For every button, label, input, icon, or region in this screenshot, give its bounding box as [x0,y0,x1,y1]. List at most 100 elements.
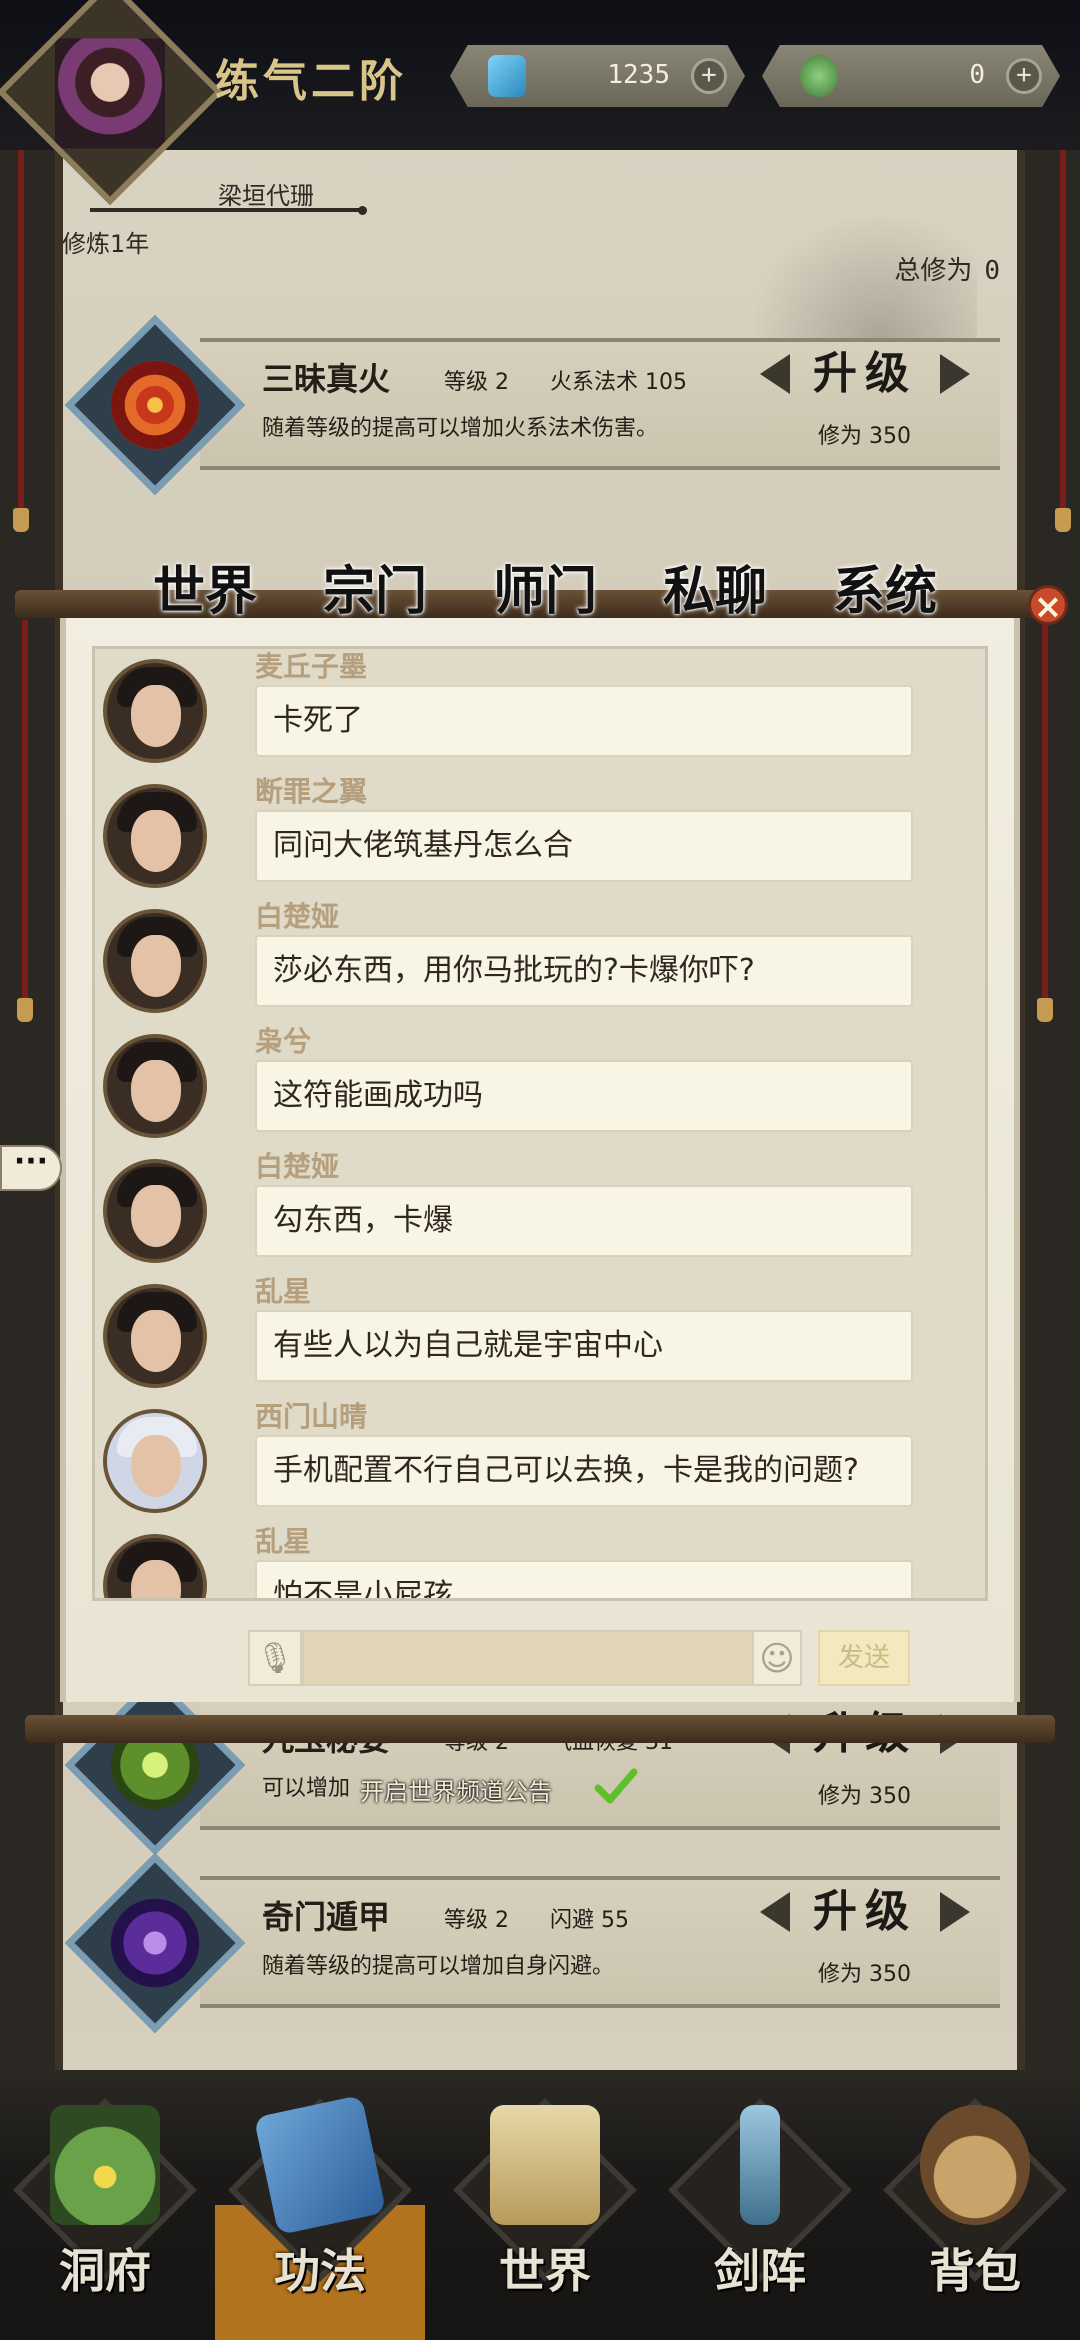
tassel-decoration [13,150,29,532]
total-cultivation: 总修为 0 [894,250,1000,287]
avatar-face [131,1060,181,1122]
chat-message: 枭兮 这符能画成功吗 [95,1024,985,1149]
avatar[interactable] [103,1534,207,1598]
tassel-decoration [17,620,33,1022]
sender-name[interactable]: 断罪之翼 [255,770,367,810]
message-bubble: 这符能画成功吗 [255,1060,913,1132]
chat-input-row: 🎙 ☺ 发送 [248,1630,910,1686]
sender-name[interactable]: 乱星 [255,1520,311,1560]
tab-system[interactable]: 系统 [820,560,950,624]
sender-name[interactable]: 麦丘子墨 [255,649,367,685]
avatar[interactable] [103,909,207,1013]
message-bubble: 有些人以为自己就是宇宙中心 [255,1310,913,1382]
currency-spirit-stone: 0 + [762,45,1060,107]
tab-sect[interactable]: 宗门 [310,560,440,624]
technique-book-icon [253,2094,387,2236]
skill-description: 随着等级的提高可以增加火系法术伤害。 [262,416,659,441]
add-spirit-stone-button[interactable]: + [1006,58,1042,94]
chat-tabs: 世界 宗门 师门 私聊 系统 [140,560,960,630]
avatar[interactable] [103,784,207,888]
avatar-face [131,1310,181,1372]
microphone-icon[interactable]: 🎙 [248,1630,302,1686]
tab-master[interactable]: 师门 [480,560,610,624]
skill-row: 奇门遁甲 等级 2 闪避 55 随着等级的提高可以增加自身闪避。 升级 修为 3… [64,1852,1000,2034]
upgrade-cost: 修为 350 [818,1784,911,1809]
skill-stat: 闪避 55 [550,1908,629,1933]
total-cultivation-value: 0 [984,256,1000,286]
message-bubble: 手机配置不行自己可以去换，卡是我的问题? [255,1435,913,1507]
chat-input[interactable] [302,1630,802,1686]
purple-glyph [92,1880,218,2006]
checkmark-icon[interactable] [594,1766,638,1806]
skill-description: 可以增加 [262,1776,351,1801]
bag-icon [920,2105,1030,2225]
avatar[interactable] [103,1034,207,1138]
nav-item-world[interactable]: 世界 [445,2085,645,2335]
skill-row: 九玉秘要 等级 2 气血恢复 31 可以增加 升级 修为 350 [64,1674,1000,1856]
total-cultivation-label: 总修为 [894,256,973,286]
tassel-decoration [1037,620,1053,1022]
chat-message: 乱星 怕不是小屁孩 [95,1524,985,1598]
name-underline-dot [358,206,367,215]
message-bubble: 莎必东西，用你马批玩的?卡爆你吓? [255,935,913,1007]
world-scroll-icon [490,2105,600,2225]
nav-label: 功法 [274,2244,366,2298]
tab-world[interactable]: 世界 [140,560,270,624]
chat-message: 白楚娅 莎必东西，用你马批玩的?卡爆你吓? [95,899,985,1024]
skill-row: 三昧真火 等级 2 火系法术 105 随着等级的提高可以增加火系法术伤害。 升级… [64,314,1000,496]
sender-name[interactable]: 枭兮 [255,1020,311,1060]
nav-item-technique[interactable]: 功法 [220,2085,420,2335]
skill-level: 等级 2 [444,1908,509,1933]
send-button[interactable]: 发送 [818,1630,910,1686]
sender-name[interactable]: 西门山晴 [255,1395,367,1435]
message-bubble: 卡死了 [255,685,913,757]
chat-message-list[interactable]: 麦丘子墨 卡死了 断罪之翼 同问大佬筑基丹怎么合 白楚娅 莎必东西，用你马批玩的… [92,646,988,1601]
nav-item-cave[interactable]: 洞府 [5,2085,205,2335]
nav-label: 世界 [499,2244,591,2298]
nav-item-bag[interactable]: 背包 [875,2085,1075,2335]
upgrade-cost: 修为 350 [818,424,911,449]
fire-glyph [92,342,218,468]
currency-value: 1235 [607,60,670,90]
more-options-icon[interactable]: ··· [0,1145,62,1191]
sender-name[interactable]: 白楚娅 [255,895,339,935]
rank-title: 练气二阶 [215,56,407,107]
jade-crystal-icon [488,55,526,97]
sender-name[interactable]: 乱星 [255,1270,311,1310]
nav-item-sword-formation[interactable]: 剑阵 [660,2085,860,2335]
chat-message: 白楚娅 勾东西，卡爆 [95,1149,985,1274]
cave-dwelling-icon [50,2105,160,2225]
chat-message: 乱星 有些人以为自己就是宇宙中心 [95,1274,985,1399]
nav-label: 背包 [929,2244,1021,2298]
tassel-decoration [1055,150,1071,532]
avatar[interactable] [103,659,207,763]
name-underline [90,208,365,212]
upgrade-button[interactable]: 升级 [760,1882,970,1942]
skill-name: 奇门遁甲 [262,1898,391,1936]
upgrade-button[interactable]: 升级 [760,344,970,404]
close-icon[interactable]: × [1028,585,1068,626]
message-bubble: 勾东西，卡爆 [255,1185,913,1257]
avatar-portrait [54,38,165,149]
emoji-icon[interactable]: ☺ [752,1630,802,1686]
avatar[interactable] [103,1284,207,1388]
scroll-rod-bottom [25,1715,1055,1743]
add-jade-button[interactable]: + [691,58,727,94]
avatar[interactable] [103,1409,207,1513]
sender-name[interactable]: 白楚娅 [255,1145,339,1185]
skill-stat: 火系法术 105 [550,370,687,395]
chat-message: 西门山晴 手机配置不行自己可以去换，卡是我的问题? [95,1399,985,1524]
avatar-face [131,1560,181,1598]
chat-message: 麦丘子墨 卡死了 [95,649,985,774]
broadcast-toggle-label[interactable]: 开启世界频道公告 [360,1772,552,1807]
cultivate-time: 修炼1年 [62,230,150,258]
message-bubble: 怕不是小屁孩 [255,1560,913,1598]
avatar[interactable] [103,1159,207,1263]
skill-level: 等级 2 [444,370,509,395]
currency-jade: 1235 + [450,45,745,107]
avatar-face [131,935,181,997]
upgrade-cost: 修为 350 [818,1962,911,1987]
tab-private[interactable]: 私聊 [650,560,780,624]
avatar-face [131,685,181,747]
message-bubble: 同问大佬筑基丹怎么合 [255,810,913,882]
